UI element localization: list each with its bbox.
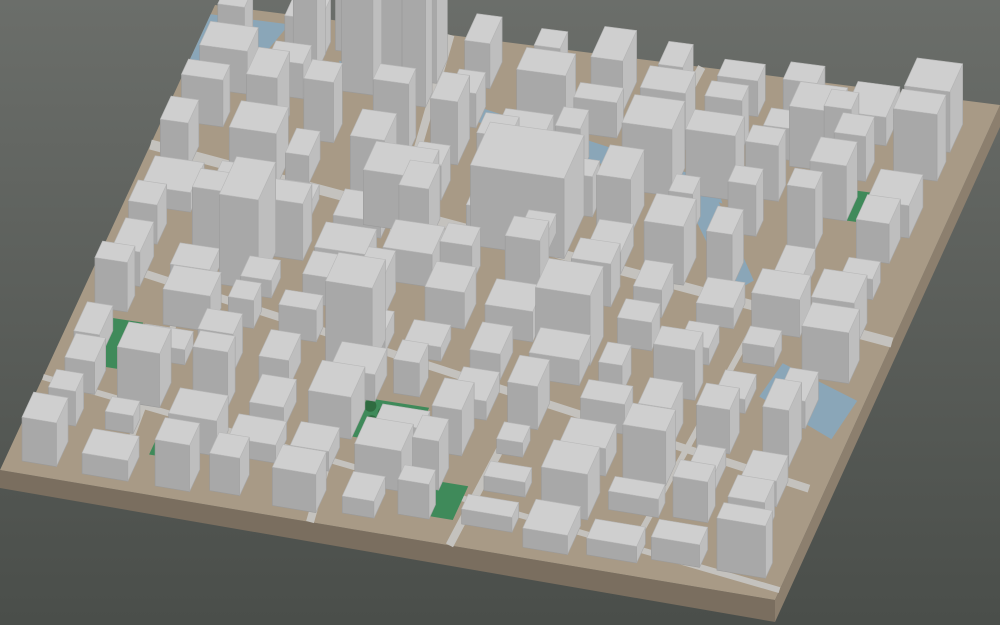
building-side-face	[425, 0, 433, 108]
building-front-face	[154, 439, 190, 492]
building	[483, 460, 533, 498]
building	[154, 417, 201, 492]
building	[393, 339, 429, 398]
building-front-face	[393, 358, 420, 398]
building	[81, 428, 140, 482]
building-front-face	[397, 478, 430, 520]
building	[650, 518, 709, 568]
building	[21, 391, 69, 468]
building	[496, 421, 531, 458]
building	[104, 396, 141, 434]
building	[893, 88, 947, 182]
building	[586, 518, 646, 564]
building-front-face	[786, 184, 816, 251]
building	[672, 459, 716, 523]
building	[397, 464, 436, 520]
building	[209, 431, 250, 496]
building-front-face	[21, 416, 57, 468]
building-front-face	[209, 452, 240, 496]
building-front-face	[893, 108, 938, 182]
building	[424, 260, 477, 330]
building-front-face	[272, 466, 317, 514]
building-front-face	[285, 152, 310, 185]
building	[696, 382, 740, 455]
building-front-face	[341, 0, 374, 96]
city-model-viewport[interactable]	[0, 0, 1000, 625]
building	[742, 325, 783, 368]
building	[706, 205, 744, 288]
building-front-face	[507, 381, 538, 431]
building	[94, 240, 136, 313]
building-front-face	[672, 475, 708, 523]
building	[716, 502, 773, 579]
building	[622, 402, 676, 486]
building	[855, 194, 901, 264]
building	[617, 298, 661, 352]
building-front-face	[855, 218, 890, 264]
building-front-face	[622, 424, 667, 486]
building	[116, 321, 172, 408]
building	[271, 444, 327, 514]
building	[786, 167, 824, 251]
city-model-canvas[interactable]	[0, 0, 1000, 625]
building-front-face	[716, 517, 766, 579]
